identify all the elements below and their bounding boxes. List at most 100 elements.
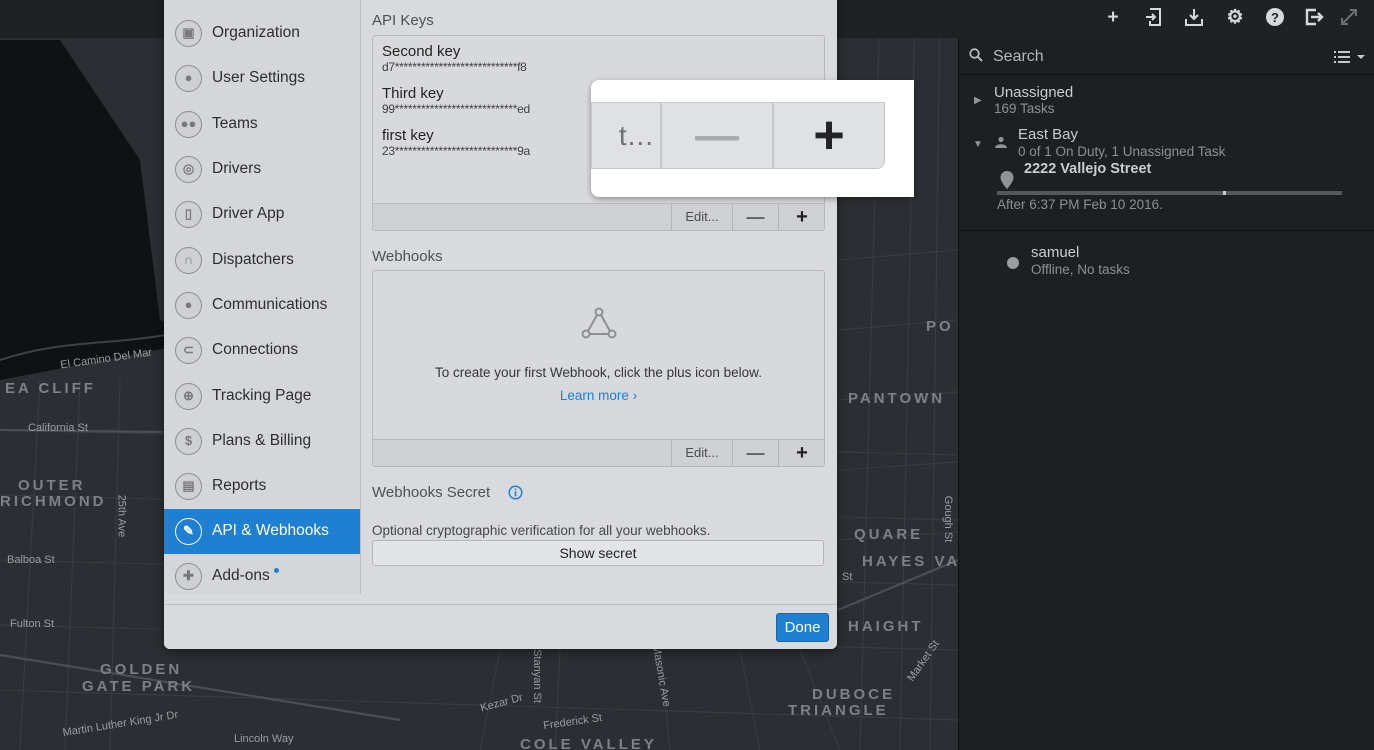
- user-icon: ●: [175, 65, 202, 92]
- api-keys-title: API Keys: [372, 12, 434, 29]
- sidebar-item-dispatchers[interactable]: ∩ Dispatchers: [164, 238, 360, 283]
- sidebar-item-label: Reports: [212, 477, 267, 494]
- wrench-icon: ✎: [175, 518, 202, 545]
- map-area-label: TRIANGLE: [788, 702, 889, 719]
- zoomed-minus-button[interactable]: —: [660, 103, 772, 168]
- sidebar-item-connections[interactable]: ⊂ Connections: [164, 328, 360, 373]
- sidebar-item-api-webhooks[interactable]: ✎ API & Webhooks: [164, 509, 360, 554]
- sidebar-item-label: API & Webhooks: [212, 522, 329, 539]
- svg-text:?: ?: [1271, 10, 1279, 25]
- sidebar-item-label: User Settings: [212, 69, 306, 86]
- sidebar-item-label: Add-ons: [212, 567, 270, 584]
- map-street-label: Gough St: [942, 495, 955, 543]
- dollar-icon: $: [175, 428, 202, 455]
- puzzle-icon: ✚: [175, 563, 202, 590]
- sidebar-item-reports[interactable]: ▤ Reports: [164, 464, 360, 509]
- map-street-label: California St: [28, 422, 88, 434]
- webhooks-empty-message: To create your first Webhook, click the …: [435, 365, 762, 380]
- webhook-icon: [581, 307, 617, 339]
- add-api-key-button[interactable]: +: [778, 204, 825, 230]
- list-view-toggle[interactable]: [1334, 48, 1368, 66]
- sidebar-item-plans-billing[interactable]: $ Plans & Billing: [164, 419, 360, 464]
- fullscreen-icon[interactable]: [1337, 7, 1361, 29]
- task-progress-bar: [997, 191, 1342, 195]
- edit-api-key-button[interactable]: Edit...: [671, 204, 732, 230]
- remove-webhook-button[interactable]: —: [732, 440, 778, 466]
- group-east-bay[interactable]: ▼ East Bay 0 of 1 On Duty, 1 Unassigned …: [959, 121, 1374, 231]
- search-input[interactable]: [993, 46, 1293, 68]
- api-key-item[interactable]: Second key d7***************************…: [373, 36, 824, 78]
- map-street-label: Lincoln Way: [234, 733, 294, 745]
- done-button[interactable]: Done: [776, 613, 829, 642]
- map-area-label: RICHMOND: [0, 493, 107, 510]
- logout-icon[interactable]: [1302, 7, 1326, 29]
- gear-icon[interactable]: ⚙: [1223, 7, 1247, 29]
- plus-icon[interactable]: +: [1101, 7, 1125, 29]
- worker-item[interactable]: samuel Offline, No tasks: [959, 231, 1374, 291]
- webhooks-title: Webhooks: [372, 248, 443, 265]
- show-secret-button[interactable]: Show secret: [372, 540, 824, 566]
- map-area-label: GOLDEN: [100, 661, 183, 678]
- api-key-name: Third key: [382, 85, 444, 102]
- api-key-value: 23****************************9a: [382, 144, 530, 158]
- sidebar-item-tracking-page[interactable]: ⊕ Tracking Page: [164, 374, 360, 419]
- zoomed-toolbar: t... — +: [591, 102, 885, 169]
- sidebar-item-label: Teams: [212, 115, 258, 132]
- api-key-name: first key: [382, 127, 434, 144]
- worker-name: samuel: [1031, 244, 1080, 261]
- sidebar-item-organization[interactable]: ▣ Organization: [164, 11, 360, 56]
- sidebar-item-add-ons[interactable]: ✚ Add-ons: [164, 554, 360, 599]
- map-area-label: QUARE: [854, 526, 924, 543]
- group-unassigned[interactable]: ▶ Unassigned 169 Tasks: [959, 75, 1374, 121]
- sidebar-item-label: Tracking Page: [212, 387, 312, 404]
- team-icon: ●●: [175, 111, 202, 138]
- api-keys-toolbar: Edit... — +: [373, 203, 824, 230]
- sidebar-item-drivers[interactable]: ◎ Drivers: [164, 147, 360, 192]
- task-address: 2222 Vallejo Street: [1024, 161, 1152, 177]
- sidebar-item-label: Communications: [212, 296, 328, 313]
- task-item[interactable]: 2222 Vallejo Street After 6:37 PM Feb 10…: [959, 161, 1374, 221]
- sidebar-item-label: Plans & Billing: [212, 432, 312, 449]
- download-icon[interactable]: [1182, 7, 1206, 29]
- report-icon: ▤: [175, 473, 202, 500]
- map-street-label: Fulton St: [10, 618, 55, 630]
- group-title: East Bay: [1018, 126, 1079, 143]
- learn-more-link[interactable]: Learn more ›: [373, 388, 824, 403]
- map-street-label: 25th Ave: [115, 494, 128, 538]
- sidebar-item-label: Driver App: [212, 205, 285, 222]
- sidebar-item-communications[interactable]: ● Communications: [164, 283, 360, 328]
- group-subtitle: 169 Tasks: [994, 101, 1055, 116]
- sidebar-item-teams[interactable]: ●● Teams: [164, 102, 360, 147]
- search-icon: [969, 48, 983, 62]
- map-area-label: HAIGHT: [848, 618, 924, 635]
- import-icon[interactable]: [1142, 7, 1166, 29]
- map-area-label: COLE VALLEY: [520, 736, 657, 750]
- settings-sidebar: ▣ Organization ● User Settings ●● Teams ◎ Drive…: [164, 0, 361, 594]
- connection-icon: ⊂: [175, 337, 202, 364]
- edit-webhook-button[interactable]: Edit...: [671, 440, 732, 466]
- map-street-label: St: [842, 571, 853, 583]
- remove-api-key-button[interactable]: —: [732, 204, 778, 230]
- add-webhook-button[interactable]: +: [778, 440, 825, 466]
- zoomed-edit-button[interactable]: t...: [591, 103, 660, 168]
- headset-icon: ∩: [175, 247, 202, 274]
- map-area-label: PANTOWN: [848, 390, 946, 407]
- info-icon[interactable]: [508, 485, 523, 500]
- list-icon: [1334, 51, 1365, 63]
- expand-caret-icon[interactable]: ▶: [974, 95, 982, 106]
- map-area-label: EA CLIFF: [5, 380, 96, 397]
- help-icon[interactable]: ?: [1263, 7, 1287, 29]
- sidebar-item-label: Organization: [212, 24, 300, 41]
- team-icon: [995, 136, 1007, 148]
- webhooks-secret-description: Optional cryptographic verification for …: [372, 523, 711, 538]
- api-key-name: Second key: [382, 43, 461, 60]
- sidebar-item-user-settings[interactable]: ● User Settings: [164, 56, 360, 101]
- zoomed-plus-button[interactable]: +: [772, 103, 884, 168]
- sidebar-item-label: Connections: [212, 341, 299, 358]
- collapse-caret-icon[interactable]: ▼: [973, 139, 983, 150]
- status-dot-icon: [1007, 257, 1019, 269]
- map-area-label: DUBOCE: [812, 686, 896, 703]
- briefcase-icon: ▣: [175, 20, 202, 47]
- sidebar-item-driver-app[interactable]: ▯ Driver App: [164, 192, 360, 237]
- sidebar-item-label: Drivers: [212, 160, 262, 177]
